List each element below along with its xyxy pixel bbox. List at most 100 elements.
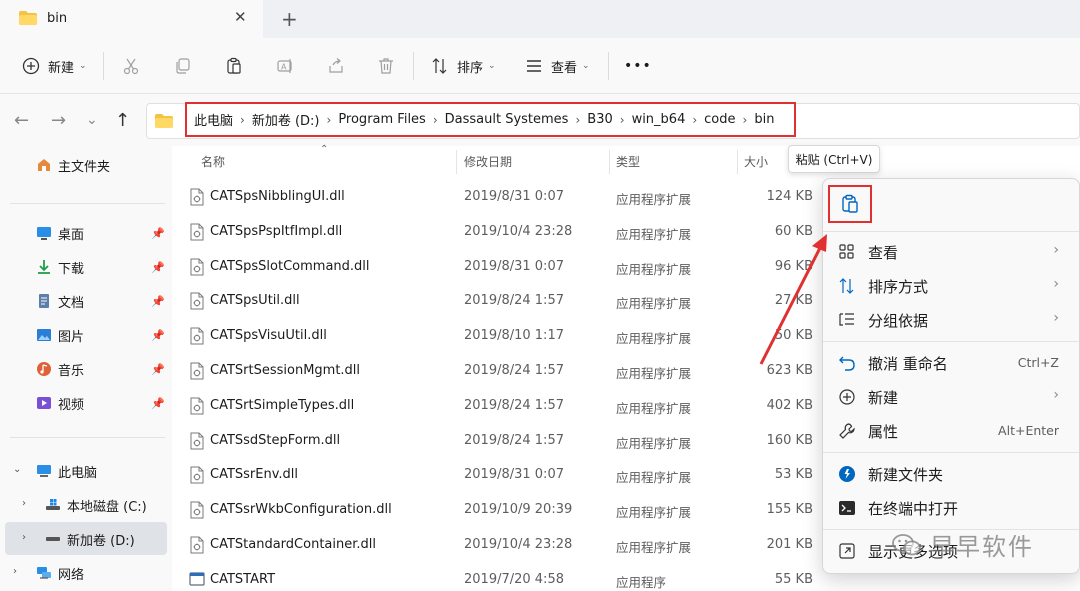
view-button[interactable]: 查看 ⌄ [525, 54, 590, 78]
column-header-name[interactable]: 名称 [201, 153, 225, 170]
sort-button-label: 排序 [457, 60, 484, 76]
column-header-size[interactable]: 大小 [744, 153, 768, 170]
back-icon[interactable]: ← [14, 110, 29, 131]
dll-file-icon [190, 536, 204, 554]
file-name[interactable]: CATSrtSessionMgmt.dll [210, 363, 360, 378]
dll-file-icon [190, 327, 204, 345]
sidebar-item-music[interactable]: 音乐 [36, 355, 84, 383]
music-icon [37, 362, 51, 376]
file-name[interactable]: CATSsrWkbConfiguration.dll [210, 502, 392, 517]
file-date: 2019/10/9 20:39 [464, 502, 573, 518]
chevron-right-icon: › [1053, 387, 1059, 403]
menu-item-undo[interactable]: 撤消 重命名 Ctrl+Z [823, 346, 1080, 380]
copy-button[interactable] [174, 54, 192, 78]
sidebar-item-desktop[interactable]: 桌面 [36, 219, 84, 247]
chevron-right-icon[interactable]: › [692, 113, 697, 127]
chevron-right-icon[interactable]: › [433, 113, 438, 127]
rename-button[interactable]: A [276, 54, 294, 78]
breadcrumb-item[interactable]: Dassault Systemes [445, 112, 569, 127]
file-name[interactable]: CATSTART [210, 572, 275, 587]
more-options-button[interactable]: ••• [624, 54, 652, 78]
file-name[interactable]: CATSpsVisuUtil.dll [210, 328, 327, 343]
file-type: 应用程序扩展 [616, 296, 692, 312]
pin-icon[interactable]: 📌 [151, 397, 165, 410]
file-name[interactable]: CATSpsNibblingUI.dll [210, 189, 345, 204]
breadcrumb-item[interactable]: bin [754, 112, 774, 127]
column-divider[interactable] [737, 150, 738, 174]
paste-button[interactable] [828, 185, 872, 223]
sidebar-item-network[interactable]: 网络 [36, 559, 84, 587]
delete-button[interactable] [377, 54, 395, 78]
sidebar-item-downloads[interactable]: 下载 [36, 253, 84, 281]
new-button[interactable]: 新建 ⌄ [22, 54, 87, 78]
chevron-right-icon[interactable]: › [743, 113, 748, 127]
file-name[interactable]: CATSpsPspItfImpl.dll [210, 224, 342, 239]
menu-item-label: 查看 [868, 244, 899, 262]
column-divider[interactable] [456, 150, 457, 174]
menu-item-properties[interactable]: 属性 Alt+Enter [823, 414, 1080, 448]
breadcrumb-item[interactable]: Program Files [338, 112, 426, 127]
menu-item-open-terminal[interactable]: 在终端中打开 [823, 491, 1080, 525]
tab-bin[interactable]: bin ✕ [0, 0, 263, 38]
chevron-right-icon[interactable]: › [620, 113, 625, 127]
expand-chevron-icon[interactable]: ⌄ [13, 464, 21, 475]
chevron-right-icon[interactable]: › [22, 498, 26, 509]
file-date: 2019/8/31 0:07 [464, 467, 564, 483]
recent-locations-icon[interactable]: ⌄ [86, 112, 98, 128]
file-name[interactable]: CATSpsSlotCommand.dll [210, 259, 370, 274]
breadcrumb-item[interactable]: 新加卷 (D:) [252, 110, 320, 129]
menu-item-group-by[interactable]: 分组依据 › [823, 303, 1080, 337]
sidebar-item-videos[interactable]: 视频 [36, 389, 84, 417]
breadcrumb-item[interactable]: 此电脑 [194, 110, 233, 129]
pin-icon[interactable]: 📌 [151, 227, 165, 240]
menu-item-view[interactable]: 查看 › [823, 235, 1080, 269]
menu-item-sort-by[interactable]: 排序方式 › [823, 269, 1080, 303]
file-date: 2019/8/24 1:57 [464, 293, 564, 309]
menu-item-new-folder[interactable]: 新建文件夹 [823, 457, 1080, 491]
desktop-icon [37, 227, 51, 240]
file-name[interactable]: CATSsdStepForm.dll [210, 433, 340, 448]
file-type: 应用程序扩展 [616, 366, 692, 381]
forward-icon[interactable]: → [51, 110, 66, 131]
breadcrumb-item[interactable]: code [704, 112, 735, 127]
chevron-right-icon[interactable]: › [13, 566, 17, 577]
clipboard-icon [227, 57, 241, 74]
chevron-right-icon[interactable]: › [22, 532, 26, 543]
breadcrumb-item[interactable]: B30 [587, 112, 612, 127]
pin-icon[interactable]: 📌 [151, 329, 165, 342]
breadcrumb-item[interactable]: win_b64 [632, 112, 686, 127]
sidebar-item-home[interactable]: 主文件夹 [36, 151, 110, 179]
up-icon[interactable]: ↑ [115, 110, 130, 131]
file-name[interactable]: CATSpsUtil.dll [210, 293, 300, 308]
sidebar-item-pictures[interactable]: 图片 [36, 321, 84, 349]
pin-icon[interactable]: 📌 [151, 295, 165, 308]
menu-item-label: 新建 [868, 389, 899, 407]
sidebar-item-this-pc[interactable]: 此电脑 [36, 457, 97, 485]
column-header-date[interactable]: 修改日期 [464, 153, 512, 170]
dll-file-icon [190, 188, 204, 206]
sidebar-item-documents[interactable]: 文档 [36, 287, 84, 315]
pin-icon[interactable]: 📌 [151, 363, 165, 376]
column-divider[interactable] [609, 150, 610, 174]
file-name[interactable]: CATStandardContainer.dll [210, 537, 376, 552]
chevron-right-icon[interactable]: › [240, 113, 245, 127]
close-tab-icon[interactable]: ✕ [234, 8, 247, 26]
chevron-right-icon[interactable]: › [575, 113, 580, 127]
cut-button[interactable] [122, 54, 140, 78]
file-size: 201 KB [766, 537, 813, 552]
sidebar-item-drive-d[interactable]: 新加卷 (D:) [45, 525, 135, 553]
menu-item-new[interactable]: 新建 › [823, 380, 1080, 414]
file-name[interactable]: CATSrtSimpleTypes.dll [210, 398, 354, 413]
file-name[interactable]: CATSsrEnv.dll [210, 467, 298, 482]
new-tab-button[interactable]: + [281, 7, 298, 31]
chevron-right-icon[interactable]: › [327, 113, 332, 127]
scissors-icon [123, 58, 139, 75]
column-header-type[interactable]: 类型 [616, 153, 640, 170]
file-size: 53 KB [774, 467, 813, 483]
paste-button[interactable] [225, 54, 243, 78]
sidebar-item-drive-c[interactable]: 本地磁盘 (C:) [45, 491, 147, 519]
pin-icon[interactable]: 📌 [151, 261, 165, 274]
share-button[interactable] [327, 54, 345, 78]
sidebar-item-label: 主文件夹 [58, 159, 111, 175]
sort-button[interactable]: 排序 ⌄ [431, 54, 496, 78]
